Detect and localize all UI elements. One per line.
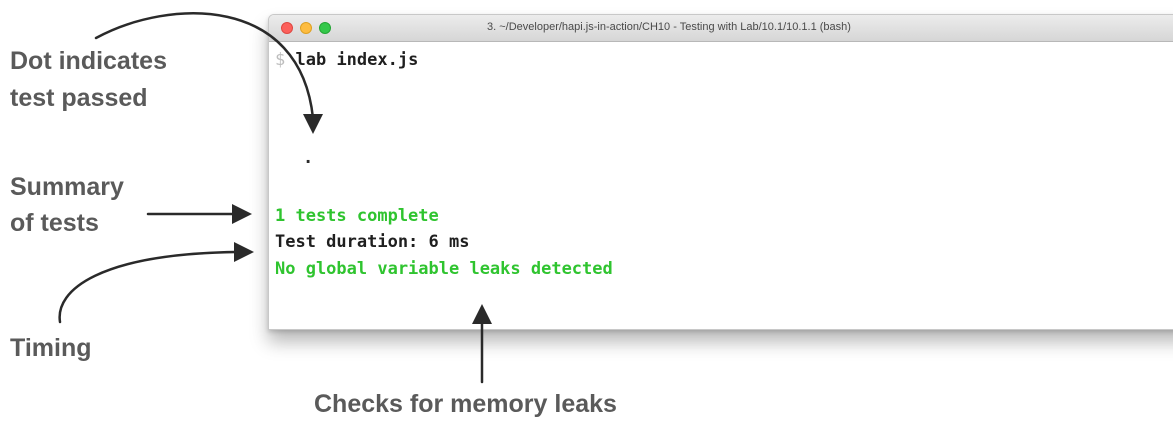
annotation-summary-line2: of tests [10,209,99,237]
annotation-timing: Timing [10,334,92,362]
arrow-timing-head [234,242,254,262]
command-line: $ lab index.js [275,50,418,70]
terminal-window: 3. ~/Developer/hapi.js-in-action/CH10 - … [268,14,1173,330]
prompt-symbol: $ [275,50,286,70]
annotation-summary-line1: Summary [10,173,124,201]
test-pass-dot: . [303,148,314,168]
window-title: 3. ~/Developer/hapi.js-in-action/CH10 - … [487,21,851,33]
figure: 3. ~/Developer/hapi.js-in-action/CH10 - … [0,0,1173,427]
tests-complete-line: 1 tests complete [275,206,439,226]
annotation-dot-line2: test passed [10,84,148,112]
arrow-timing-path [58,250,238,324]
command-text: lab index.js [295,50,419,70]
arrow-summary-head [232,204,252,224]
annotation-dot-line1: Dot indicates [10,47,167,75]
test-duration-line: Test duration: 6 ms [275,232,470,252]
title-bar: 3. ~/Developer/hapi.js-in-action/CH10 - … [269,15,1173,42]
leak-check-line: No global variable leaks detected [275,259,613,279]
annotation-memory: Checks for memory leaks [314,390,617,418]
